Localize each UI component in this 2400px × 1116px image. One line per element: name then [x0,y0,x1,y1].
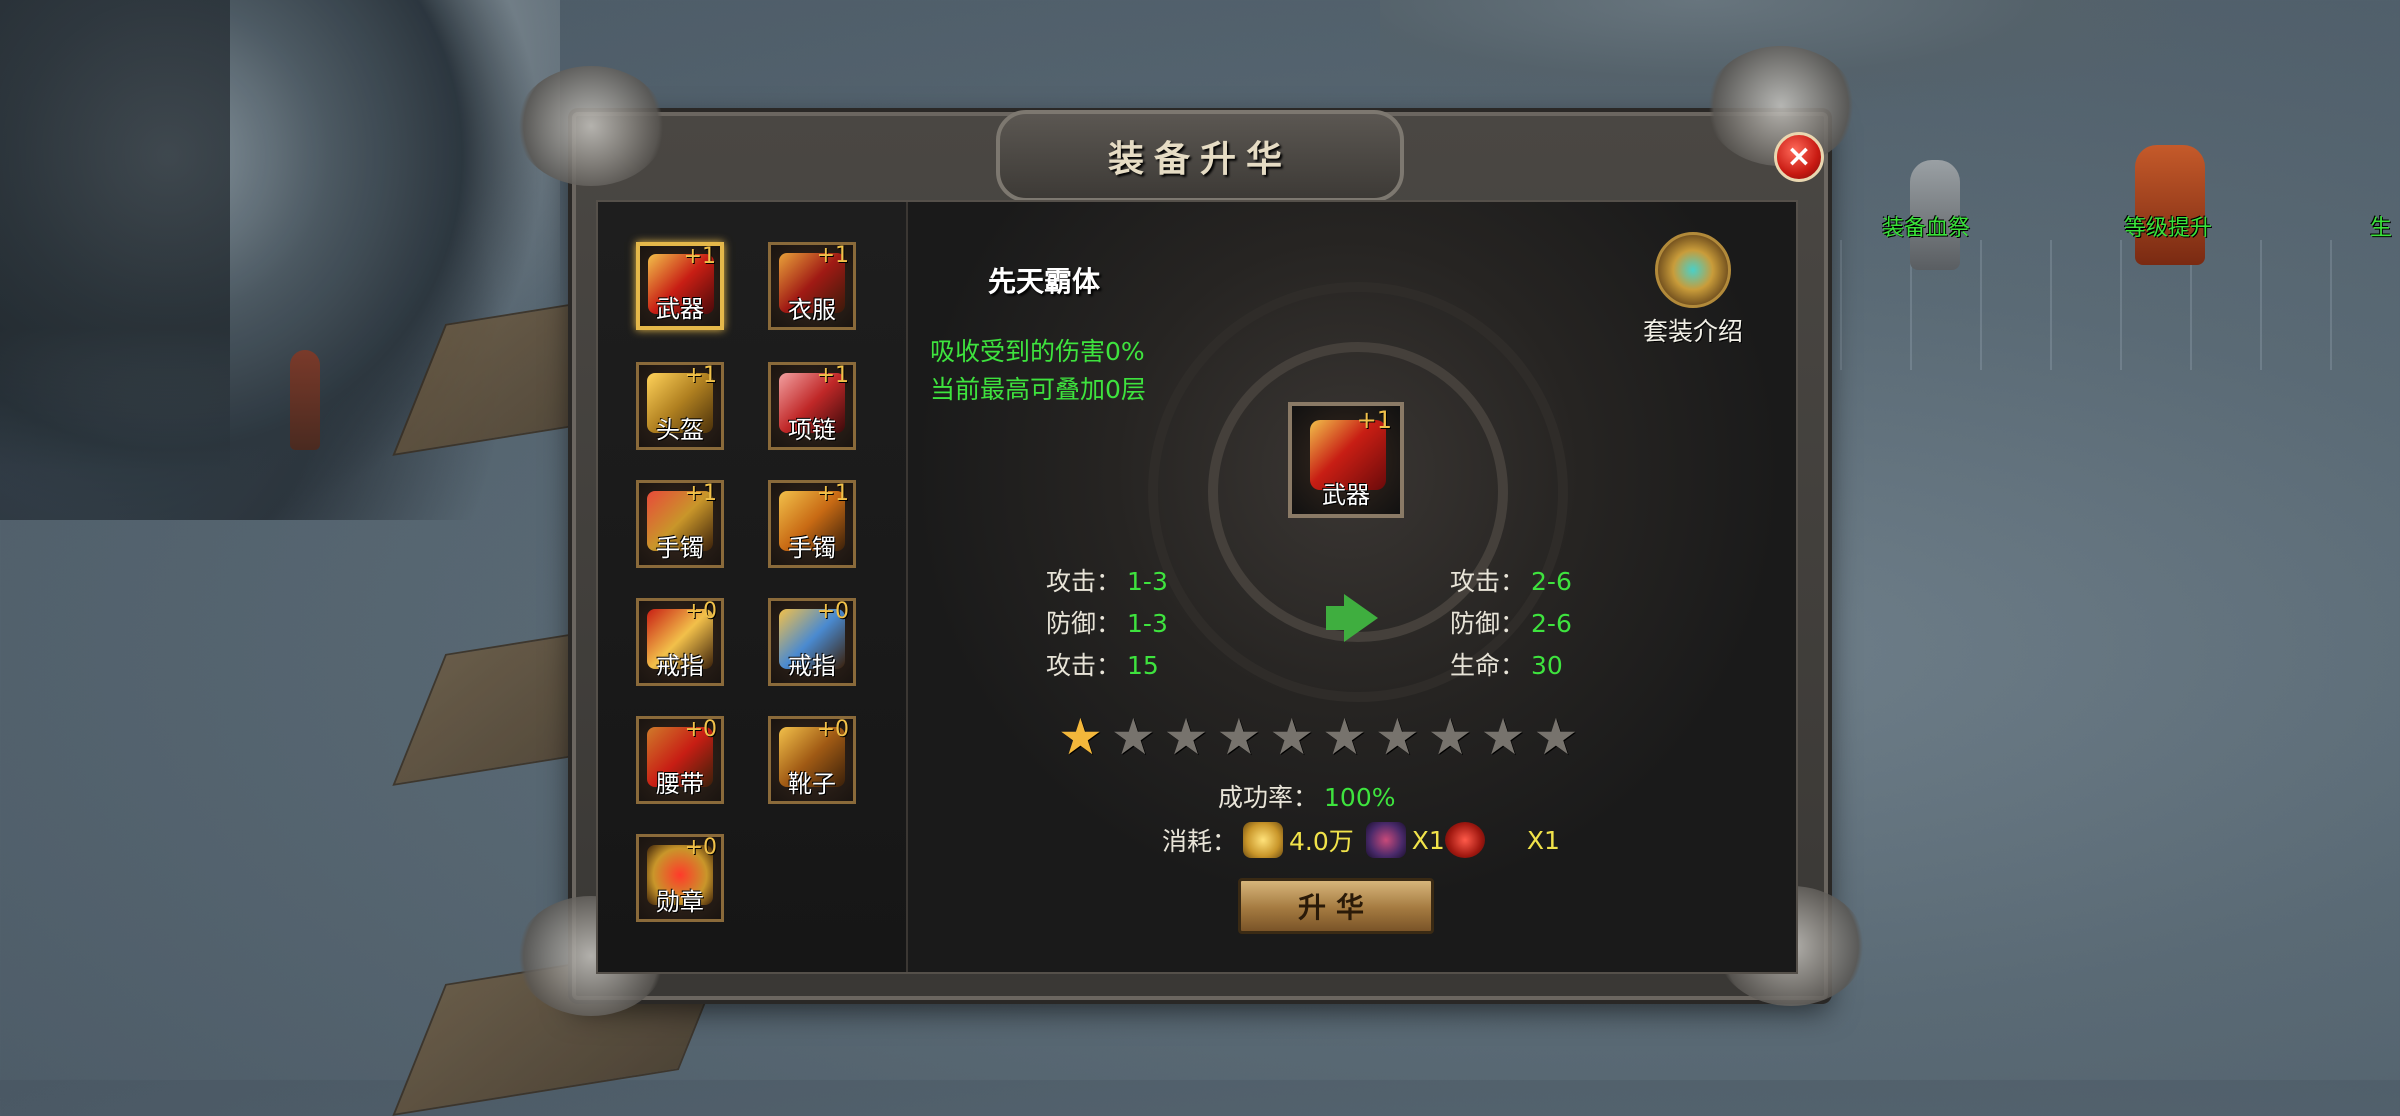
slot-plus: +1 [684,481,717,506]
star-rating: ★ ★ ★ ★ ★ ★ ★ ★ ★ ★ [1058,712,1578,762]
star-empty-icon: ★ [1163,708,1209,766]
slot-name: 靴子 [788,770,836,798]
selected-plus: +1 [1356,406,1392,434]
equipment-slot[interactable]: +1 手镯 [768,480,856,568]
suit-intro-button[interactable]: 套装介绍 [1628,232,1758,348]
slot-plus: +0 [816,599,849,624]
gold-ingot-icon [1243,822,1284,858]
stat-after-label: 攻击： [1450,567,1526,596]
slot-name: 戒指 [656,652,704,680]
crystal-material-icon[interactable] [1365,822,1406,858]
equipment-slot[interactable]: +1 项链 [768,362,856,450]
success-rate-label: 成功率： [1218,783,1319,812]
equipment-slot-panel: +1 武器 +1 衣服 +1 头盔 +1 项链 +1 手镯 +1 手镯 +0 戒指 +0 戒指 +0 腰带 +0 靴子… [598,202,908,972]
selected-name: 武器 [1322,481,1370,509]
star-empty-icon: ★ [1322,708,1367,766]
dialog-title: 装备升华 [1107,138,1292,180]
equipment-sublimation-dialog: 装备升华 × +1 武器 +1 衣服 +1 头盔 +1 项链 +1 手镯 +1 手镯 +0 戒指 +0 戒指 +… [516,46,1866,1016]
equipment-slot[interactable]: +0 勋章 [636,834,724,922]
set-desc-absorb: 吸收受到的伤害0% [930,337,1145,366]
title-plate: 装备升华 [996,110,1404,202]
slot-plus: +0 [684,835,717,860]
success-rate: 成功率： 100% [1218,778,1396,814]
close-icon: × [1786,139,1812,174]
slot-plus: +1 [683,244,716,269]
stat-before-1: 防御： 1-3 [1046,604,1168,640]
npc-label-equipment-sacrifice[interactable]: 装备血祭 [1882,210,1970,242]
suit-intro-label: 套装介绍 [1642,317,1743,346]
stat-before-label: 攻击： [1046,567,1122,596]
star-empty-icon: ★ [1533,708,1579,766]
success-rate-value: 100% [1324,783,1396,812]
stat-after-value: 2-6 [1531,567,1572,596]
stat-after-0: 攻击： 2-6 [1450,562,1572,598]
slot-name: 腰带 [656,770,704,798]
equipment-slot[interactable]: +1 头盔 [636,362,724,450]
sublimation-detail-panel: 先天霸体 吸收受到的伤害0% 当前最高可叠加0层 套装介绍 +1 武器 攻击： 1… [908,202,1796,972]
slot-name: 武器 [656,295,704,323]
stat-before-label: 攻击： [1046,651,1122,680]
stat-after-label: 防御： [1450,609,1526,638]
cliff-shadow [0,0,230,470]
slot-plus: +1 [816,481,849,506]
cost-item1-amount: X1 [1411,825,1445,855]
stat-before-0: 攻击： 1-3 [1046,562,1168,598]
star-empty-icon: ★ [1269,708,1315,766]
npc-level-up[interactable] [2135,145,2205,265]
stat-before-value: 1-3 [1127,609,1168,638]
selected-equipment-slot[interactable]: +1 武器 [1288,402,1404,518]
slot-name: 衣服 [788,296,836,324]
suit-emblem-icon [1655,232,1731,308]
stat-after-2: 生命： 30 [1450,646,1563,682]
stat-before-2: 攻击： 15 [1046,646,1159,682]
slot-name: 项链 [788,416,836,444]
npc-label-edge[interactable]: 生 [2370,210,2392,242]
star-empty-icon: ★ [1427,708,1473,766]
equipment-slot[interactable]: +0 靴子 [768,716,856,804]
set-desc-stack: 当前最高可叠加0层 [930,375,1146,404]
slot-plus: +1 [816,363,849,388]
stat-before-value: 15 [1127,651,1159,680]
close-button[interactable]: × [1774,132,1824,182]
cost-label: 消耗： [1162,827,1238,856]
star-empty-icon: ★ [1480,708,1526,766]
stat-after-label: 生命： [1450,651,1526,680]
npc-label-level-up[interactable]: 等级提升 [2124,210,2212,242]
stat-after-1: 防御： 2-6 [1450,604,1572,640]
star-empty-icon: ★ [1374,708,1420,766]
slot-name: 戒指 [788,652,836,680]
set-name: 先天霸体 [988,265,1101,298]
star-empty-icon: ★ [1216,708,1262,766]
upgrade-arrow-icon [1344,594,1378,642]
equipment-slot[interactable]: +1 衣服 [768,242,856,330]
cost-item2-amount: X1 [1526,825,1560,855]
slot-plus: +0 [684,717,717,742]
slot-plus: +0 [816,717,849,742]
sublimate-button[interactable]: 升华 [1238,878,1434,934]
cost-row: 消耗： 4.0万 X1 X1 [1162,822,1560,858]
slot-plus: +1 [816,243,849,268]
stat-before-value: 1-3 [1127,567,1168,596]
star-empty-icon: ★ [1110,708,1156,766]
equipment-slot[interactable]: +1 武器 [636,242,724,330]
equipment-slot[interactable]: +0 戒指 [768,598,856,686]
world-pillar [290,350,320,450]
stat-after-value: 2-6 [1531,609,1572,638]
slot-plus: +0 [684,599,717,624]
slot-name: 勋章 [656,888,704,916]
slot-name: 头盔 [656,416,704,444]
equipment-slot[interactable]: +0 戒指 [636,598,724,686]
slot-name: 手镯 [788,534,836,562]
dialog-body: +1 武器 +1 衣服 +1 头盔 +1 项链 +1 手镯 +1 手镯 +0 戒指 +0 戒指 +0 腰带 +0 靴子… [596,200,1798,974]
star-filled-icon: ★ [1058,708,1103,766]
cost-gold-amount: 4.0万 [1289,827,1354,856]
red-orb-icon[interactable] [1444,822,1485,858]
equipment-slot[interactable]: +1 手镯 [636,480,724,568]
slot-name: 手镯 [656,534,704,562]
equipment-slot[interactable]: +0 腰带 [636,716,724,804]
stat-after-value: 30 [1531,651,1563,680]
stat-before-label: 防御： [1046,609,1122,638]
slot-plus: +1 [684,363,717,388]
dragon-ornament-top-left [516,66,666,186]
